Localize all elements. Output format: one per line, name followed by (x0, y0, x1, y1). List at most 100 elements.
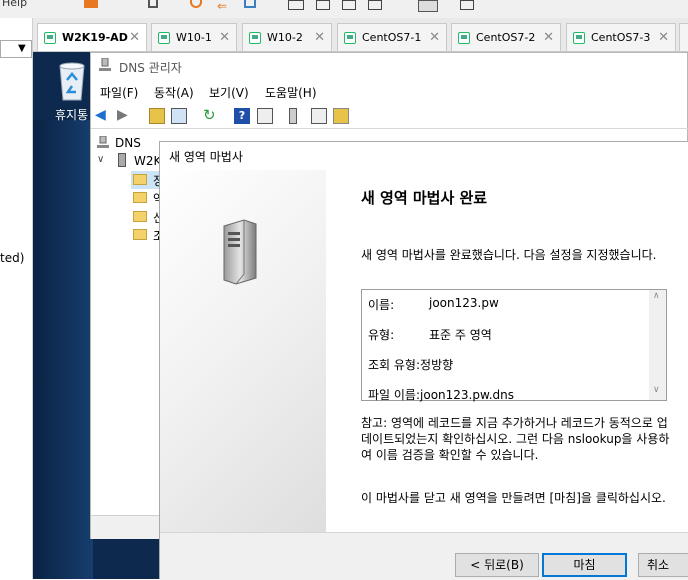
vm-tab-bar: W2K19-AD ✕ W10-1 ✕ W10-2 ✕ CentOS7-1 ✕ C… (33, 18, 688, 52)
menu-help[interactable]: 도움말(H) (265, 84, 317, 101)
view-icon[interactable] (288, 0, 304, 10)
view-icon[interactable] (316, 0, 330, 10)
summary-row: 유형: 표준 주 영역 (368, 326, 492, 343)
close-icon[interactable]: ✕ (543, 30, 554, 45)
summary-row: 파일 이름:joon123.pw.dns (368, 386, 514, 403)
library-dropdown[interactable]: ▼ (0, 40, 32, 58)
help-icon[interactable]: ? (234, 108, 250, 124)
dns-app-icon (99, 57, 111, 72)
close-icon[interactable]: ✕ (129, 30, 140, 45)
toolbar-icon[interactable] (148, 0, 158, 8)
wizard-title: 새 영역 마법사 (169, 150, 243, 164)
tab-w10-1[interactable]: W10-1 ✕ (151, 23, 237, 51)
up-folder-icon[interactable] (149, 108, 165, 124)
tree-server[interactable]: W2K (134, 154, 161, 168)
tab-centos7-3[interactable]: CentOS7-3 ✕ (566, 23, 676, 51)
tab-centos7-1[interactable]: CentOS7-1 ✕ (337, 23, 447, 51)
vm-icon (44, 31, 56, 44)
finish-button[interactable]: 마침 (542, 553, 627, 577)
summary-value: joon123.pw (429, 296, 499, 310)
menu-view[interactable]: 보기(V) (209, 84, 249, 101)
server-tower-icon (220, 218, 260, 288)
close-icon[interactable]: ✕ (314, 30, 325, 45)
server-icon (118, 153, 126, 167)
tab-centos7-2[interactable]: CentOS7-2 ✕ (451, 23, 561, 51)
library-text-fragment: ted) (0, 251, 25, 265)
forward-arrow-icon[interactable]: ▶ (117, 108, 133, 124)
back-arrow-icon[interactable]: ◀ (95, 108, 111, 124)
chevron-down-icon: ▼ (18, 43, 26, 54)
wizard-finish-hint: 이 마법사를 닫고 새 영역을 만들려면 [마침]을 클릭하십시오. (361, 491, 666, 505)
chevron-down-icon[interactable]: ∨ (653, 385, 660, 395)
snapshot-icon[interactable]: ⇐ (217, 0, 227, 13)
new-zone-wizard-dialog: 새 영역 마법사 새 영역 마법사 완료 새 영역 마법사를 완료했습니다. 다… (159, 141, 688, 580)
host-menu-strip: Help ⇐ (0, 0, 688, 18)
properties-icon[interactable] (257, 108, 273, 124)
view-icon[interactable] (342, 0, 356, 10)
tab-label: CentOS7-1 (362, 31, 422, 44)
settings-summary-box[interactable]: 이름: joon123.pw 유형: 표준 주 영역 조회 유형:정방향 파일 … (361, 289, 667, 403)
pause-icon[interactable] (84, 0, 98, 8)
show-tree-icon[interactable] (171, 108, 187, 124)
tab-label: W2K19-AD (62, 31, 128, 44)
menu-action[interactable]: 동작(A) (154, 84, 194, 101)
vm-icon (458, 31, 470, 44)
summary-label: 조회 유형: (368, 358, 421, 372)
tab-label: W10-1 (176, 31, 212, 44)
refresh-icon[interactable]: ↻ (203, 108, 219, 124)
tab-w2k19-ad[interactable]: W2K19-AD ✕ (37, 23, 147, 51)
host-menu-help[interactable]: Help (2, 0, 27, 9)
wizard-note-line: 여 이름 검증을 확인할 수 있습니다. (361, 448, 539, 462)
folder-icon (133, 174, 147, 185)
summary-value: 표준 주 영역 (429, 328, 492, 342)
dns-tree-icon (97, 135, 109, 148)
close-icon[interactable]: ✕ (429, 30, 440, 45)
wizard-side-banner (160, 170, 326, 532)
wizard-intro: 새 영역 마법사를 완료했습니다. 다음 설정을 지정했습니다. (361, 248, 657, 262)
recycle-bin-label: 휴지통 (55, 108, 89, 122)
tab-label: W10-2 (267, 31, 303, 44)
wizard-note-line: 참고: 영역에 레코드를 지금 추가하거나 레코드가 동적으로 업 (361, 416, 668, 430)
wizard-button-bar: < 뒤로(B) 마침 취소 (160, 532, 688, 580)
fullscreen-icon[interactable] (418, 0, 438, 12)
summary-value: joon123.pw.dns (420, 388, 514, 402)
close-icon[interactable]: ✕ (658, 30, 669, 45)
folder-icon (133, 192, 147, 203)
tab-label: CentOS7-2 (476, 31, 536, 44)
summary-row: 이름: joon123.pw (368, 296, 499, 313)
view-icon[interactable] (460, 0, 474, 10)
dns-toolbar: ◀ ▶ ↻ ? (91, 103, 688, 129)
tab-w10-2[interactable]: W10-2 ✕ (242, 23, 332, 51)
vm-icon (344, 31, 356, 44)
close-icon[interactable]: ✕ (219, 30, 230, 45)
tree-root-dns[interactable]: DNS (115, 136, 141, 150)
summary-row: 조회 유형:정방향 (368, 356, 453, 373)
back-button[interactable]: < 뒤로(B) (455, 553, 539, 577)
view-icon[interactable] (368, 0, 382, 10)
server-icon[interactable] (289, 108, 297, 124)
tab-label: CentOS7-3 (591, 31, 651, 44)
folder-icon (133, 211, 147, 222)
vm-icon (249, 31, 261, 44)
summary-label: 이름: (368, 298, 395, 312)
vm-icon (158, 31, 170, 44)
revert-icon[interactable] (190, 0, 202, 8)
tab-overflow[interactable] (679, 23, 688, 51)
recycle-bin-icon[interactable] (52, 56, 92, 104)
list-icon[interactable] (311, 108, 327, 124)
summary-value: 정방향 (420, 358, 454, 372)
desktop-wallpaper (33, 120, 93, 579)
cancel-button[interactable]: 취소 (638, 553, 688, 577)
host-library-panel: ▼ ted) (0, 18, 33, 579)
manage-icon[interactable] (244, 0, 256, 8)
menu-file[interactable]: 파일(F) (100, 84, 138, 101)
summary-label: 파일 이름: (368, 388, 421, 402)
summary-scrollbar[interactable]: ∧ ∨ (649, 290, 666, 400)
notes-icon[interactable] (333, 108, 349, 124)
vm-icon (573, 31, 585, 44)
chevron-up-icon[interactable]: ∧ (653, 291, 660, 301)
chevron-down-icon[interactable]: ∨ (97, 154, 104, 165)
dns-manager-title: DNS 관리자 (119, 61, 182, 75)
dns-menu-bar: 파일(F) 동작(A) 보기(V) 도움말(H) (91, 79, 688, 101)
summary-label: 유형: (368, 328, 395, 342)
